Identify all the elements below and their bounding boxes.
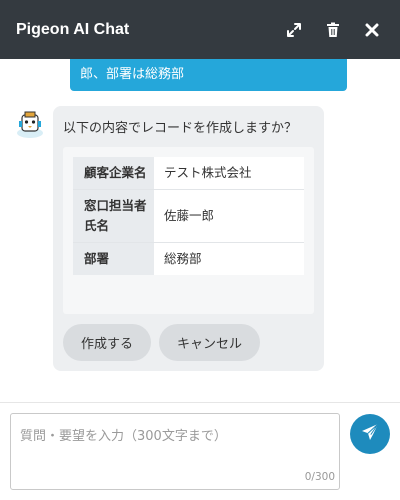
chat-header: Pigeon AI Chat	[0, 0, 400, 59]
record-key: 顧客企業名	[73, 157, 154, 190]
composer-divider	[0, 402, 400, 403]
character-counter: 0/300	[304, 471, 335, 483]
create-button[interactable]: 作成する	[63, 324, 151, 361]
trash-icon[interactable]	[321, 18, 345, 42]
user-message: 郎、部署は総務部	[70, 59, 347, 91]
send-button[interactable]	[350, 414, 390, 454]
cancel-button[interactable]: キャンセル	[159, 324, 260, 361]
message-input[interactable]: 質問・要望を入力（300文字まで） 0/300	[10, 413, 340, 490]
bot-avatar	[14, 109, 46, 139]
bot-message-text: 以下の内容でレコードを作成しますか？	[63, 121, 298, 136]
record-key: 窓口担当者氏名	[73, 189, 154, 243]
record-table: 顧客企業名 テスト株式会社 窓口担当者氏名 佐藤一郎 部署 総務部	[73, 157, 304, 275]
table-row: 窓口担当者氏名 佐藤一郎	[73, 189, 304, 243]
message-list[interactable]: 郎、部署は総務部 以下の内容でレコードを作成しますか？ 顧客企業名 テスト株式会…	[0, 59, 400, 402]
record-value: 佐藤一郎	[154, 189, 304, 243]
record-key: 部署	[73, 242, 154, 275]
user-message-text: 郎、部署は総務部	[80, 67, 185, 82]
message-input-placeholder: 質問・要望を入力（300文字まで）	[20, 429, 227, 444]
app-title: Pigeon AI Chat	[16, 20, 130, 38]
record-value: 総務部	[154, 242, 304, 275]
bot-message: 以下の内容でレコードを作成しますか？ 顧客企業名 テスト株式会社 窓口担当者氏名…	[53, 106, 324, 371]
table-row: 顧客企業名 テスト株式会社	[73, 157, 304, 190]
record-preview: 顧客企業名 テスト株式会社 窓口担当者氏名 佐藤一郎 部署 総務部	[63, 147, 314, 314]
expand-icon[interactable]	[282, 18, 306, 42]
close-icon[interactable]	[360, 18, 384, 42]
paper-plane-icon	[360, 422, 380, 446]
table-row: 部署 総務部	[73, 242, 304, 275]
record-value: テスト株式会社	[154, 157, 304, 190]
